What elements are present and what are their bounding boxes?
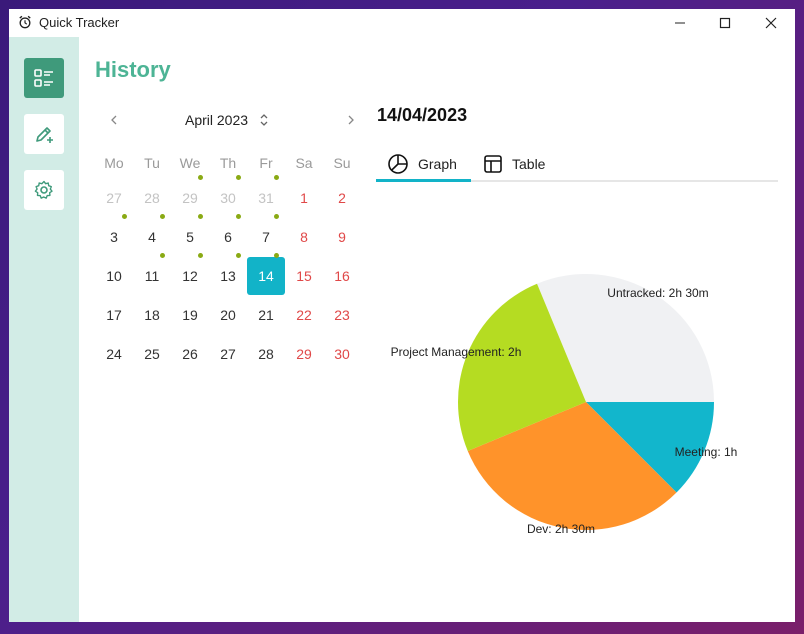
chevron-left-icon bbox=[111, 115, 117, 125]
calendar-day[interactable]: 27 bbox=[209, 335, 247, 373]
close-icon bbox=[765, 17, 777, 29]
calendar-header: April 2023 bbox=[99, 109, 361, 131]
entry-indicator-dot bbox=[274, 175, 279, 180]
weekday-label: Tu bbox=[144, 155, 160, 171]
sidebar-item-settings[interactable] bbox=[24, 170, 64, 210]
sidebar-item-add-entry[interactable] bbox=[24, 114, 64, 154]
active-tab-indicator bbox=[376, 179, 471, 182]
pie-slice-label: Dev: 2h 30m bbox=[527, 522, 595, 536]
selected-date-heading: 14/04/2023 bbox=[377, 105, 468, 125]
entry-indicator-dot bbox=[274, 253, 279, 258]
sidebar bbox=[9, 37, 79, 622]
calendar-day[interactable]: 18 bbox=[133, 296, 171, 334]
calendar-day[interactable]: 21 bbox=[247, 296, 285, 334]
calendar-day[interactable]: 9 bbox=[323, 218, 361, 256]
calendar-day[interactable]: 31 bbox=[247, 179, 285, 217]
alarm-clock-icon bbox=[19, 15, 31, 29]
weekday-label: Mo bbox=[104, 155, 124, 171]
tab-table[interactable]: Table bbox=[483, 147, 545, 181]
calendar-day[interactable]: 24 bbox=[95, 335, 133, 373]
calendar-day[interactable]: 29 bbox=[285, 335, 323, 373]
calendar-day[interactable]: 23 bbox=[323, 296, 361, 334]
tab-table-label: Table bbox=[512, 156, 546, 172]
calendar-day[interactable]: 2 bbox=[323, 179, 361, 217]
sidebar-item-history[interactable] bbox=[24, 58, 64, 98]
minimize-icon bbox=[675, 22, 685, 24]
calendar-day[interactable]: 29 bbox=[171, 179, 209, 217]
calendar-day[interactable]: 15 bbox=[285, 257, 323, 295]
edit-add-icon bbox=[36, 127, 53, 143]
weekday-label: Su bbox=[333, 155, 351, 171]
table-icon bbox=[484, 155, 502, 173]
calendar-day[interactable]: 22 bbox=[285, 296, 323, 334]
tab-graph[interactable]: Graph bbox=[387, 147, 457, 181]
app-window: Quick Tracker History April 2023 Mo Tu W… bbox=[9, 9, 795, 622]
next-month-button[interactable] bbox=[341, 109, 361, 131]
time-pie-chart: Untracked: 2h 30m Meeting: 1h Dev: 2h 30m P… bbox=[391, 274, 738, 536]
calendar-day[interactable]: 28 bbox=[133, 179, 171, 217]
gear-icon bbox=[34, 180, 53, 199]
calendar-day[interactable]: 19 bbox=[171, 296, 209, 334]
calendar-day[interactable]: 13 bbox=[209, 257, 247, 295]
calendar-day[interactable]: 10 bbox=[95, 257, 133, 295]
entry-indicator-dot bbox=[236, 175, 241, 180]
close-button[interactable] bbox=[748, 9, 794, 37]
calendar-day[interactable]: 6 bbox=[209, 218, 247, 256]
calendar-day[interactable]: 30 bbox=[323, 335, 361, 373]
entry-indicator-dot bbox=[160, 253, 165, 258]
calendar-day[interactable]: 26 bbox=[171, 335, 209, 373]
maximize-button[interactable] bbox=[702, 9, 748, 37]
calendar-day[interactable]: 16 bbox=[323, 257, 361, 295]
calendar-day[interactable]: 8 bbox=[285, 218, 323, 256]
calendar-day[interactable]: 4 bbox=[133, 218, 171, 256]
calendar-day[interactable]: 11 bbox=[133, 257, 171, 295]
entry-indicator-dot bbox=[198, 175, 203, 180]
calendar-day[interactable]: 25 bbox=[133, 335, 171, 373]
list-icon bbox=[34, 69, 53, 87]
maximize-icon bbox=[719, 17, 731, 29]
entry-indicator-dot bbox=[236, 253, 241, 258]
entry-indicator-dot bbox=[160, 214, 165, 219]
title-bar: Quick Tracker bbox=[9, 9, 795, 37]
entry-indicator-dot bbox=[274, 214, 279, 219]
pie-slice-label: Untracked: 2h 30m bbox=[607, 286, 708, 300]
weekday-label: Th bbox=[219, 155, 237, 171]
calendar-day-selected[interactable]: 14 bbox=[247, 257, 285, 295]
calendar-day[interactable]: 12 bbox=[171, 257, 209, 295]
calendar-day[interactable]: 28 bbox=[247, 335, 285, 373]
calendar-day[interactable]: 30 bbox=[209, 179, 247, 217]
calendar-day[interactable]: 20 bbox=[209, 296, 247, 334]
entry-indicator-dot bbox=[236, 214, 241, 219]
weekday-label: Sa bbox=[295, 155, 313, 171]
window-title: Quick Tracker bbox=[39, 15, 120, 30]
weekday-label: Fr bbox=[259, 155, 273, 171]
calendar-month-label[interactable]: April 2023 bbox=[185, 112, 248, 128]
pie-chart-icon bbox=[388, 154, 408, 174]
tab-graph-label: Graph bbox=[418, 156, 457, 172]
calendar-day[interactable]: 27 bbox=[95, 179, 133, 217]
weekday-label: We bbox=[179, 155, 201, 171]
entry-indicator-dot bbox=[198, 253, 203, 258]
calendar-day[interactable]: 17 bbox=[95, 296, 133, 334]
calendar-day[interactable]: 1 bbox=[285, 179, 323, 217]
calendar-day[interactable]: 7 bbox=[247, 218, 285, 256]
entry-indicator-dot bbox=[198, 214, 203, 219]
chevron-right-icon bbox=[348, 115, 354, 125]
chevron-up-down-icon[interactable] bbox=[258, 112, 270, 128]
calendar-day[interactable]: 5 bbox=[171, 218, 209, 256]
previous-month-button[interactable] bbox=[104, 109, 124, 131]
pie-slice-label: Meeting: 1h bbox=[675, 445, 738, 459]
pie-slice-label: Project Management: 2h bbox=[391, 345, 522, 359]
calendar-day[interactable]: 3 bbox=[95, 218, 133, 256]
entry-indicator-dot bbox=[122, 214, 127, 219]
minimize-button[interactable] bbox=[657, 9, 703, 37]
page-title: History bbox=[95, 57, 171, 82]
